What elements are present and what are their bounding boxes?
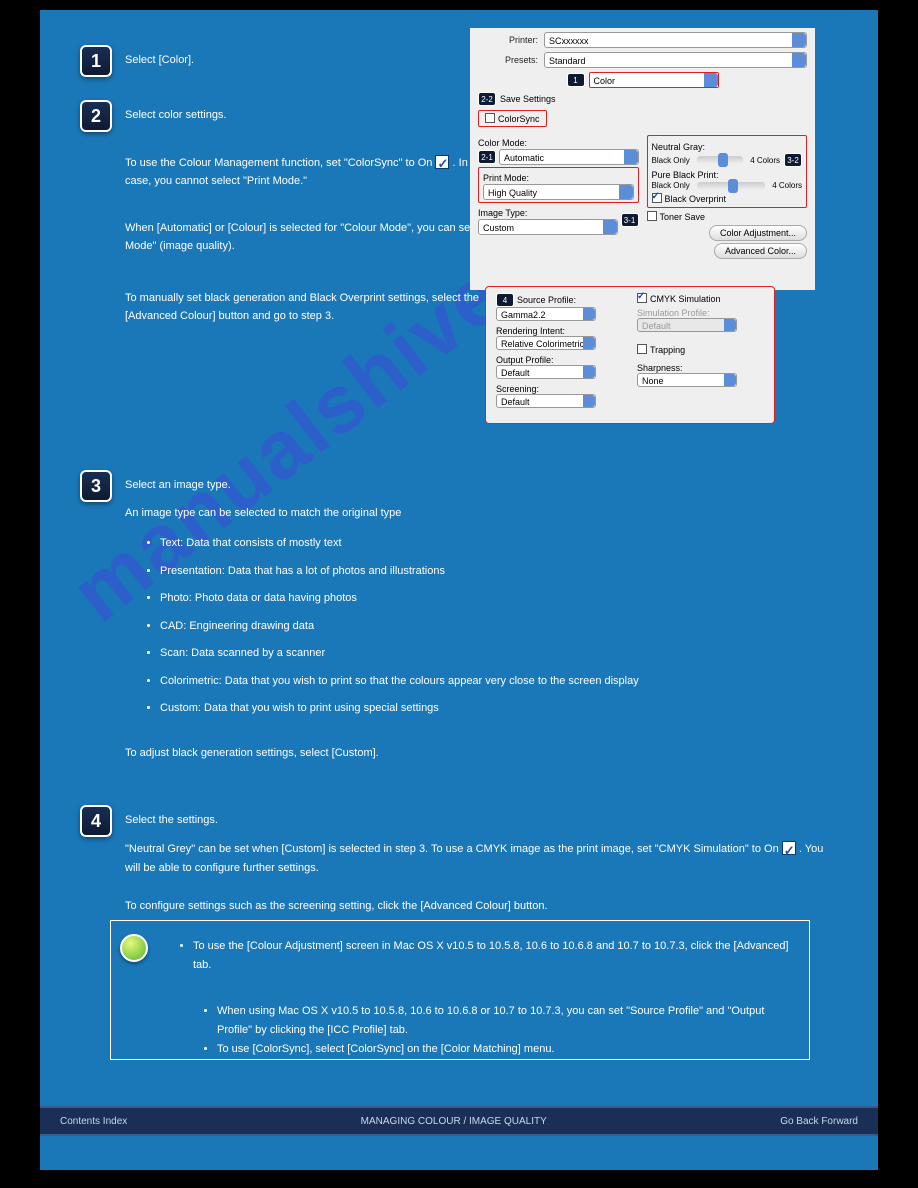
footer-right[interactable]: Go Back Forward	[780, 1116, 858, 1127]
list-item: Text: Data that consists of mostly text	[160, 530, 639, 558]
list-item: Custom: Data that you wish to print usin…	[160, 695, 639, 723]
four-colors-1: 4 Colors	[750, 156, 780, 165]
rendering-intent-label: Rendering Intent:	[496, 326, 623, 336]
source-profile-dropdown[interactable]: Gamma2.2	[496, 307, 596, 321]
badge-2-2: 2-2	[478, 92, 496, 106]
output-profile-dropdown[interactable]: Default	[496, 365, 596, 379]
simulation-profile-dropdown: Default	[637, 318, 737, 332]
badge-4: 4	[496, 293, 514, 307]
black-only-2: Black Only	[652, 181, 690, 190]
list-item: CAD: Engineering drawing data	[160, 613, 639, 641]
colorsync-checkbox[interactable]	[485, 113, 495, 123]
screening-label: Screening:	[496, 384, 623, 394]
step-3-badge: 3	[80, 470, 112, 502]
note-box: To use the [Colour Adjustment] screen in…	[110, 920, 810, 1060]
presets-dropdown[interactable]: Standard	[544, 52, 807, 68]
badge-3-2: 3-2	[784, 153, 802, 167]
colormode-dropdown[interactable]: Automatic	[499, 149, 639, 165]
colormode-label: Color Mode:	[478, 138, 639, 148]
image-type-options: Text: Data that consists of mostly text …	[160, 530, 639, 723]
presets-label: Presets:	[478, 55, 538, 65]
rendering-intent-dropdown[interactable]: Relative Colorimetric	[496, 336, 596, 350]
step-4-title: Select the settings.	[125, 812, 825, 830]
printmode-dropdown[interactable]: High Quality	[483, 184, 634, 200]
checkbox-icon	[435, 155, 449, 169]
list-item: Presentation: Data that has a lot of pho…	[160, 558, 639, 586]
step-2-para1a: To use the Colour Management function, s…	[125, 157, 435, 169]
four-colors-2: 4 Colors	[772, 181, 802, 190]
simulation-profile-label: Simulation Profile:	[637, 308, 764, 318]
source-profile-label: Source Profile:	[517, 295, 576, 305]
step-4-line1: "Neutral Grey" can be set when [Custom] …	[125, 840, 825, 877]
neutral-gray-label: Neutral Gray:	[652, 142, 803, 152]
footer-left[interactable]: Contents Index	[60, 1116, 127, 1127]
footer-bar: Contents Index MANAGING COLOUR / IMAGE Q…	[40, 1106, 878, 1136]
sharpness-label: Sharpness:	[637, 363, 764, 373]
sharpness-dropdown[interactable]: None	[637, 373, 737, 387]
pure-black-slider[interactable]	[697, 182, 765, 190]
cmyk-sim-label: CMYK Simulation	[650, 294, 721, 304]
trapping-label: Trapping	[650, 345, 685, 355]
printer-label: Printer:	[478, 35, 538, 45]
imagetype-label: Image Type:	[478, 208, 618, 218]
list-item: Colorimetric: Data that you wish to prin…	[160, 668, 639, 696]
checkbox-icon	[782, 841, 796, 855]
toner-save-label: Toner Save	[660, 212, 706, 222]
printer-dropdown[interactable]: SCxxxxxx	[544, 32, 807, 48]
list-item: Scan: Data scanned by a scanner	[160, 640, 639, 668]
screening-dropdown[interactable]: Default	[496, 394, 596, 408]
section-dropdown[interactable]: Color	[589, 72, 719, 88]
toner-save-checkbox[interactable]	[647, 211, 657, 221]
step-3-outro: To adjust black generation settings, sel…	[125, 745, 825, 763]
list-item: To use the [Colour Adjustment] screen in…	[193, 937, 791, 974]
colorsync-label: ColorSync	[498, 114, 540, 124]
print-dialog: Printer: SCxxxxxx Presets: Standard 1 Co…	[470, 28, 815, 290]
pure-black-label: Pure Black Print:	[652, 170, 803, 180]
badge-3-1: 3-1	[621, 213, 639, 227]
list-item: When using Mac OS X v10.5 to 10.5.8, 10.…	[217, 1002, 791, 1039]
colorsync-row: ColorSync	[478, 110, 547, 127]
footer-title: MANAGING COLOUR / IMAGE QUALITY	[361, 1116, 547, 1127]
printmode-label: Print Mode:	[483, 173, 634, 183]
step-4-line1a: "Neutral Grey" can be set when [Custom] …	[125, 843, 782, 855]
step-1-badge: 1	[80, 45, 112, 77]
list-item: Photo: Photo data or data having photos	[160, 585, 639, 613]
step-2-para2: When [Automatic] or [Colour] is selected…	[125, 220, 505, 255]
step-4-line2: To configure settings such as the screen…	[125, 898, 825, 916]
list-item: To use [ColorSync], select [ColorSync] o…	[217, 1040, 791, 1059]
imagetype-dropdown[interactable]: Custom	[478, 219, 618, 235]
advanced-color-button[interactable]: Advanced Color...	[714, 243, 807, 259]
step-4-badge: 4	[80, 805, 112, 837]
neutral-gray-slider[interactable]	[697, 156, 743, 164]
save-settings-label[interactable]: Save Settings	[500, 94, 556, 104]
step-1-text: Select [Color].	[125, 52, 485, 70]
black-overprint-label: Black Overprint	[665, 194, 727, 204]
step-3-intro: An image type can be selected to match t…	[125, 505, 825, 523]
advanced-color-panel: 4 Source Profile: Gamma2.2 Rendering Int…	[485, 286, 775, 424]
step-2-badge: 2	[80, 100, 112, 132]
black-overprint-checkbox[interactable]	[652, 193, 662, 203]
step-2-para3: To manually set black generation and Bla…	[125, 290, 505, 325]
step-3-title: Select an image type.	[125, 477, 825, 495]
color-adjustment-button[interactable]: Color Adjustment...	[709, 225, 807, 241]
output-profile-label: Output Profile:	[496, 355, 623, 365]
step-2-para1: To use the Colour Management function, s…	[125, 155, 505, 190]
black-only-1: Black Only	[652, 156, 690, 165]
badge-1: 1	[567, 73, 585, 87]
step-2-title: Select color settings.	[125, 107, 485, 125]
trapping-checkbox[interactable]	[637, 344, 647, 354]
cmyk-sim-checkbox[interactable]	[637, 293, 647, 303]
badge-2-1: 2-1	[478, 150, 496, 164]
